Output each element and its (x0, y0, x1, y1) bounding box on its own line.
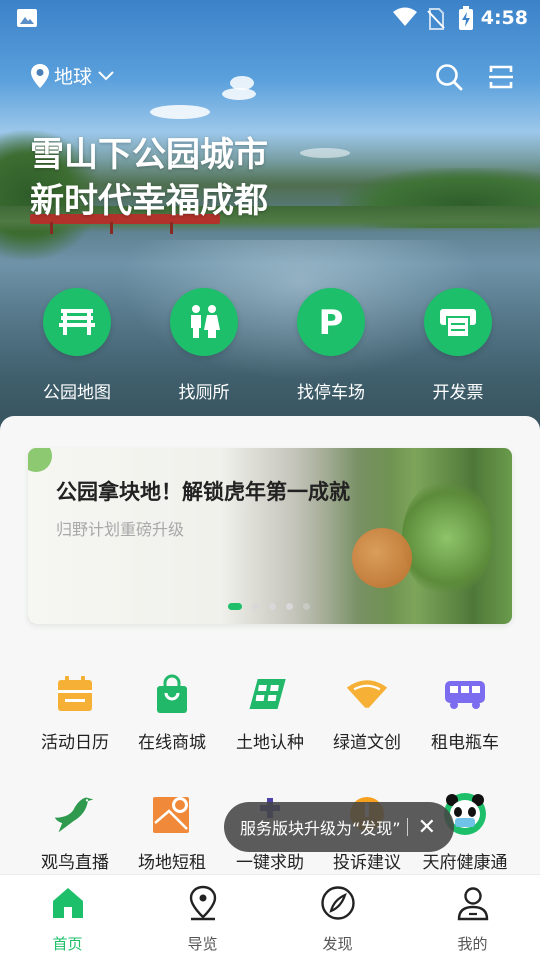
quick-park-map[interactable]: 公园地图 (17, 288, 137, 403)
chevron-down-icon (98, 70, 114, 80)
carousel-dot-active[interactable] (228, 603, 242, 610)
no-sim-icon (427, 8, 445, 30)
service-label: 土地认种 (236, 733, 304, 753)
service-label: 场地短租 (138, 853, 206, 873)
location-icon (189, 885, 216, 921)
upgrade-toast: 服务版块升级为“发现” ✕ (224, 802, 454, 852)
scan-icon[interactable] (486, 62, 516, 92)
toast-divider (406, 818, 408, 836)
service-activity-calendar[interactable]: 活动日历 (23, 672, 127, 753)
slogan-line2: 新时代幸福成都 (30, 181, 268, 221)
nav-label: 我的 (457, 935, 488, 953)
quick-actions: 公园地图 找厕所 P 找停车场 开发票 (0, 288, 540, 408)
wifi-icon (393, 7, 417, 26)
quick-label: 开发票 (432, 383, 484, 403)
location-selector[interactable]: 地球 (30, 62, 114, 89)
location-pin-icon (31, 63, 49, 88)
bench-icon (59, 309, 95, 335)
service-label: 租电瓶车 (431, 733, 499, 753)
home-icon (52, 888, 83, 918)
promo-banner[interactable]: 公园拿块地！解锁虎年第一成就 归野计划重磅升级 (28, 448, 512, 624)
service-venue-rental[interactable]: 场地短租 (120, 792, 224, 873)
slogan-line1: 雪山下公园城市 (30, 135, 268, 175)
service-land-adoption[interactable]: 土地认种 (218, 672, 322, 753)
quick-label: 找厕所 (178, 383, 230, 403)
carousel-indicator (228, 603, 320, 610)
service-greenway-creative[interactable]: 绿道文创 (315, 672, 419, 753)
service-label: 在线商城 (138, 733, 206, 753)
bottom-navigation: 首页 导览 发现 我的 (0, 874, 540, 960)
service-online-mall[interactable]: 在线商城 (120, 672, 224, 753)
nav-discover[interactable]: 发现 (270, 885, 405, 954)
user-icon (457, 887, 488, 921)
toast-text: 服务版块升级为“发现” (240, 819, 401, 838)
carousel-dot[interactable] (303, 603, 310, 610)
quick-find-parking[interactable]: P 找停车场 (271, 288, 391, 403)
quick-invoice[interactable]: 开发票 (398, 288, 518, 403)
battery-charging-icon (459, 6, 473, 30)
nav-guide[interactable]: 导览 (135, 885, 270, 954)
quick-label: 找停车场 (297, 383, 365, 403)
close-icon[interactable]: ✕ (418, 815, 436, 840)
service-ebike-rental[interactable]: 租电瓶车 (413, 672, 517, 753)
service-label: 绿道文创 (333, 733, 401, 753)
nav-mine[interactable]: 我的 (405, 885, 540, 954)
nav-label: 发现 (322, 935, 353, 953)
service-bird-live[interactable]: 观鸟直播 (23, 792, 127, 873)
search-icon[interactable] (434, 62, 464, 92)
nav-label: 导览 (187, 935, 218, 953)
clock-time: 4:58 (480, 7, 528, 29)
parking-icon: P (319, 304, 344, 340)
status-bar: 4:58 (0, 0, 540, 36)
service-label: 观鸟直播 (41, 853, 109, 873)
carousel-dot[interactable] (269, 603, 276, 610)
carousel-dot[interactable] (252, 603, 259, 610)
nav-home[interactable]: 首页 (0, 885, 135, 954)
quick-find-restroom[interactable]: 找厕所 (144, 288, 264, 403)
shopping-bag-icon (157, 674, 187, 713)
hero-slogan: 雪山下公园城市 新时代幸福成都 (30, 132, 268, 224)
map-pin-icon (153, 797, 189, 833)
calendar-icon (58, 676, 92, 711)
invoice-printer-icon (440, 309, 476, 338)
svg-text:P: P (319, 304, 344, 340)
bus-icon (445, 681, 485, 709)
location-label: 地球 (54, 66, 93, 88)
service-label: 活动日历 (41, 733, 109, 753)
fan-icon (346, 680, 388, 708)
farmland-icon (249, 679, 286, 709)
quick-label: 公园地图 (43, 383, 111, 403)
banner-subtitle: 归野计划重磅升级 (56, 520, 185, 539)
nav-label: 首页 (52, 935, 83, 953)
carousel-dot[interactable] (286, 603, 293, 610)
gallery-notification-icon (17, 9, 37, 27)
banner-title: 公园拿块地！解锁虎年第一成就 (56, 480, 350, 504)
restroom-icon (191, 305, 220, 338)
bird-icon (54, 797, 94, 833)
compass-icon (320, 886, 355, 920)
